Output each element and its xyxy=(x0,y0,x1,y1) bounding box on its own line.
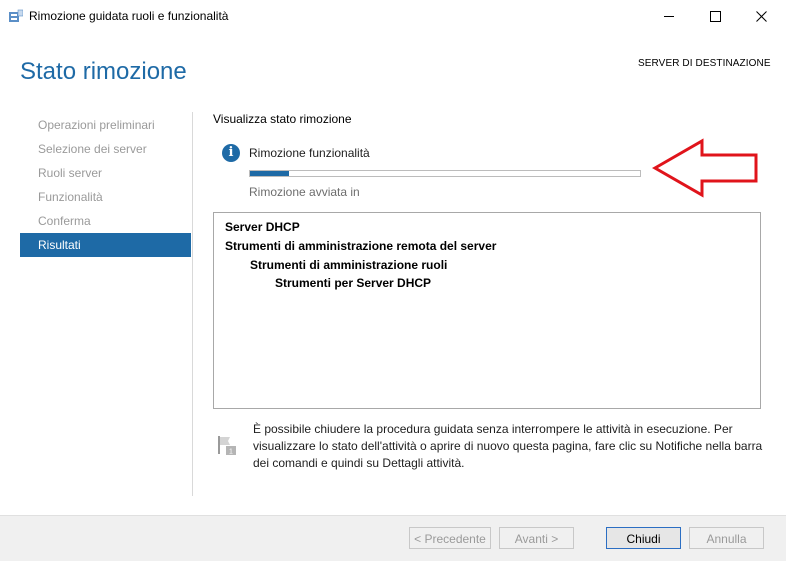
close-icon xyxy=(755,10,767,22)
annotation-arrow-icon xyxy=(652,138,758,198)
cancel-button[interactable]: Annulla xyxy=(689,527,764,549)
result-item: Strumenti per Server DHCP xyxy=(275,276,432,290)
server-manager-icon xyxy=(9,9,23,22)
results-list: Server DHCP Strumenti di amministrazione… xyxy=(213,212,761,409)
wizard-nav: Operazioni preliminari Selezione dei ser… xyxy=(20,113,191,257)
result-item: Server DHCP xyxy=(225,220,300,234)
destination-server-label: SERVER DI DESTINAZIONE xyxy=(638,58,771,69)
nav-item-operazioni-preliminari[interactable]: Operazioni preliminari xyxy=(20,113,191,137)
title-bar: Rimozione guidata ruoli e funzionalità xyxy=(0,0,786,32)
next-button[interactable]: Avanti > xyxy=(499,527,574,549)
started-text: Rimozione avviata in xyxy=(249,185,360,199)
window-title: Rimozione guidata ruoli e funzionalità xyxy=(29,9,229,23)
nav-item-ruoli-server[interactable]: Ruoli server xyxy=(20,161,191,185)
destination-server-value xyxy=(645,72,755,88)
progress-fill xyxy=(250,171,289,176)
progress-bar xyxy=(249,170,641,177)
status-text: Rimozione funzionalità xyxy=(249,146,370,160)
close-window-button[interactable] xyxy=(738,0,784,32)
minimize-icon xyxy=(664,15,674,17)
minimize-button[interactable] xyxy=(646,0,692,32)
close-button[interactable]: Chiudi xyxy=(606,527,681,549)
info-icon: i xyxy=(222,144,240,162)
previous-button[interactable]: < Precedente xyxy=(409,527,491,549)
page-title: Stato rimozione xyxy=(20,58,187,85)
nav-item-funzionalita[interactable]: Funzionalità xyxy=(20,185,191,209)
maximize-button[interactable] xyxy=(692,0,738,32)
nav-divider xyxy=(192,112,193,496)
maximize-icon xyxy=(709,10,721,22)
nav-item-conferma[interactable]: Conferma xyxy=(20,209,191,233)
svg-text:1: 1 xyxy=(229,449,233,456)
nav-item-selezione-server[interactable]: Selezione dei server xyxy=(20,137,191,161)
result-item: Strumenti di amministrazione remota del … xyxy=(225,239,497,253)
nav-item-risultati[interactable]: Risultati xyxy=(20,233,191,257)
info-note: È possibile chiudere la procedura guidat… xyxy=(253,422,763,470)
result-item: Strumenti di amministrazione ruoli xyxy=(250,258,448,272)
started-value xyxy=(359,182,487,202)
section-title: Visualizza stato rimozione xyxy=(213,112,352,126)
flag-notification-icon: 1 xyxy=(218,436,236,456)
